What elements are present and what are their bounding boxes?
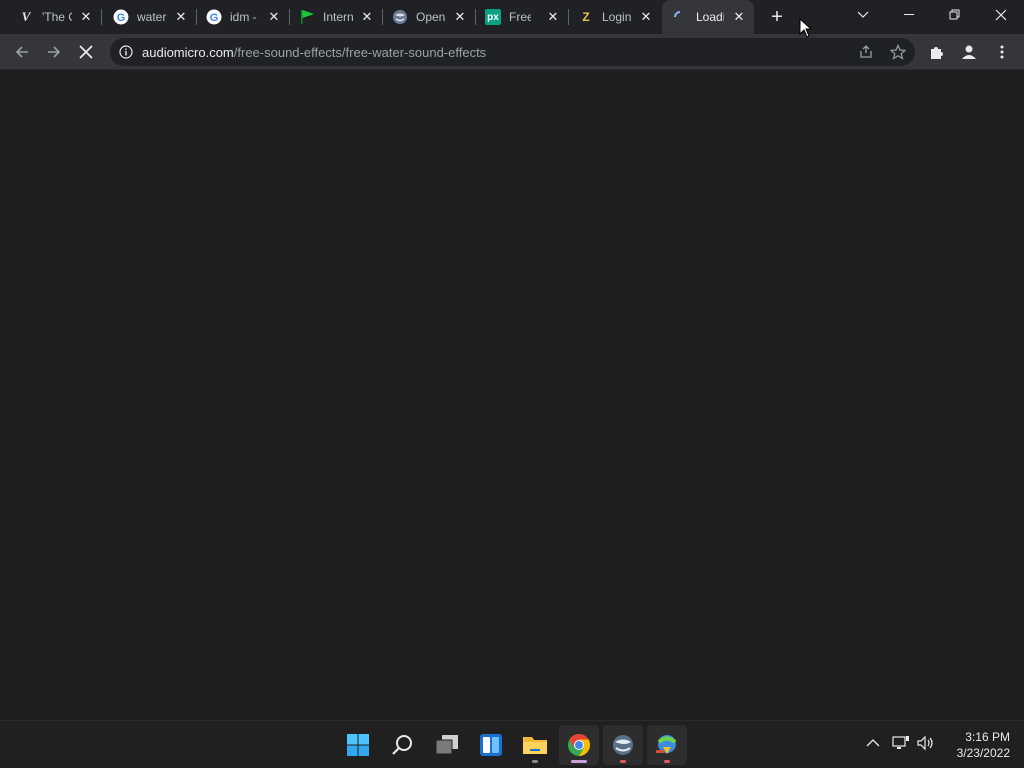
close-window-button[interactable] — [978, 0, 1024, 30]
tab-search-button[interactable] — [840, 0, 886, 30]
download-manager-icon — [656, 735, 677, 754]
close-icon[interactable]: ✕ — [266, 9, 282, 25]
menu-button[interactable] — [988, 38, 1016, 66]
globe-app-button[interactable] — [603, 725, 643, 765]
network-icon[interactable] — [892, 735, 910, 751]
green-flag-icon — [299, 9, 315, 25]
tab-water[interactable]: G water ✕ — [103, 0, 197, 34]
bookmark-star-icon[interactable] — [890, 44, 906, 60]
clock-date: 3/23/2022 — [956, 746, 1010, 760]
tab-title: water — [137, 10, 167, 24]
globe-icon — [613, 735, 633, 755]
tab-title: Login — [602, 10, 632, 24]
active-indicator — [571, 760, 587, 763]
clock-time: 3:16 PM — [965, 730, 1010, 744]
tab-login[interactable]: Z Login ✕ — [568, 0, 662, 34]
google-icon: G — [113, 9, 129, 25]
stop-icon — [79, 45, 93, 59]
close-icon[interactable]: ✕ — [78, 9, 94, 25]
start-button[interactable] — [338, 725, 378, 765]
share-icon[interactable] — [858, 44, 874, 60]
chrome-button[interactable] — [559, 725, 599, 765]
minimize-button[interactable] — [886, 0, 932, 30]
running-indicator — [620, 760, 626, 763]
running-indicator — [664, 760, 670, 763]
browser-toolbar: audiomicro.com/free-sound-effects/free-w… — [0, 34, 1024, 70]
tab-strip: V 'The C ✕ G water ✕ G idm - ✕ Intern ✕ … — [0, 0, 1024, 34]
chevron-down-icon — [857, 11, 869, 18]
forward-button[interactable] — [40, 38, 68, 66]
kebab-menu-icon — [1000, 45, 1004, 59]
show-hidden-icons-chevron-up-icon[interactable] — [866, 738, 880, 748]
restore-icon — [949, 9, 960, 20]
url-text[interactable]: audiomicro.com/free-sound-effects/free-w… — [142, 45, 486, 60]
tab-title: Open — [416, 10, 446, 24]
tab-separator — [101, 9, 102, 25]
close-icon[interactable]: ✕ — [173, 9, 189, 25]
tab-intern[interactable]: Intern ✕ — [289, 0, 383, 34]
tab-open[interactable]: Open ✕ — [382, 0, 476, 34]
folder-icon — [523, 737, 547, 754]
file-explorer-button[interactable] — [515, 725, 555, 765]
volume-icon[interactable] — [917, 735, 935, 751]
svg-text:G: G — [117, 12, 126, 24]
login-icon: Z — [582, 10, 590, 24]
tab-the-verge[interactable]: V 'The C ✕ — [8, 0, 102, 34]
tab-free[interactable]: px Free ✕ — [475, 0, 569, 34]
minimize-icon — [904, 14, 914, 15]
info-icon[interactable] — [119, 45, 133, 59]
tab-idm[interactable]: G idm - ✕ — [196, 0, 290, 34]
puzzle-icon — [931, 47, 943, 59]
loading-spinner-icon — [672, 9, 688, 25]
close-icon[interactable]: ✕ — [452, 9, 468, 25]
mouse-cursor-icon — [799, 18, 813, 38]
back-arrow-icon — [15, 46, 28, 58]
close-icon[interactable]: ✕ — [359, 9, 375, 25]
profile-avatar-icon — [962, 45, 976, 59]
address-bar[interactable]: audiomicro.com/free-sound-effects/free-w… — [110, 38, 915, 66]
back-button[interactable] — [8, 38, 36, 66]
new-tab-button[interactable]: + — [767, 7, 787, 27]
tab-loading-active[interactable]: Loadi ✕ — [662, 0, 754, 34]
profile-button[interactable] — [955, 38, 983, 66]
verge-icon: V — [21, 9, 31, 24]
google-icon: G — [206, 9, 222, 25]
extensions-button[interactable] — [923, 38, 951, 66]
system-clock[interactable]: 3:16 PM 3/23/2022 — [940, 729, 1010, 761]
windows-taskbar: 3:16 PM 3/23/2022 — [0, 720, 1024, 768]
search-button[interactable] — [383, 725, 423, 765]
close-icon — [995, 9, 1007, 21]
widgets-button[interactable] — [471, 725, 511, 765]
widgets-icon — [480, 734, 502, 756]
tab-title: Free — [509, 10, 531, 24]
tab-title: Loadi — [696, 10, 724, 24]
px-icon: px — [485, 9, 501, 25]
globe-icon — [392, 9, 408, 25]
windows-start-icon — [347, 734, 369, 756]
download-manager-button[interactable] — [647, 725, 687, 765]
url-path: /free-sound-effects/free-water-sound-eff… — [233, 45, 487, 60]
running-indicator — [532, 760, 538, 763]
tab-title: idm - — [230, 10, 257, 24]
task-view-icon — [435, 735, 458, 755]
url-host: audiomicro.com — [142, 45, 234, 60]
close-icon[interactable]: ✕ — [545, 9, 561, 25]
task-view-button[interactable] — [427, 725, 467, 765]
page-content-area — [0, 70, 1024, 720]
tab-title: 'The C — [42, 10, 72, 24]
forward-arrow-icon — [48, 46, 61, 58]
tab-title: Intern — [323, 10, 353, 24]
close-icon[interactable]: ✕ — [731, 9, 747, 25]
close-icon[interactable]: ✕ — [638, 9, 654, 25]
restore-button[interactable] — [932, 0, 978, 30]
svg-text:G: G — [210, 12, 219, 24]
chrome-icon — [568, 734, 590, 756]
search-icon — [392, 735, 412, 755]
stop-loading-button[interactable] — [72, 38, 100, 66]
